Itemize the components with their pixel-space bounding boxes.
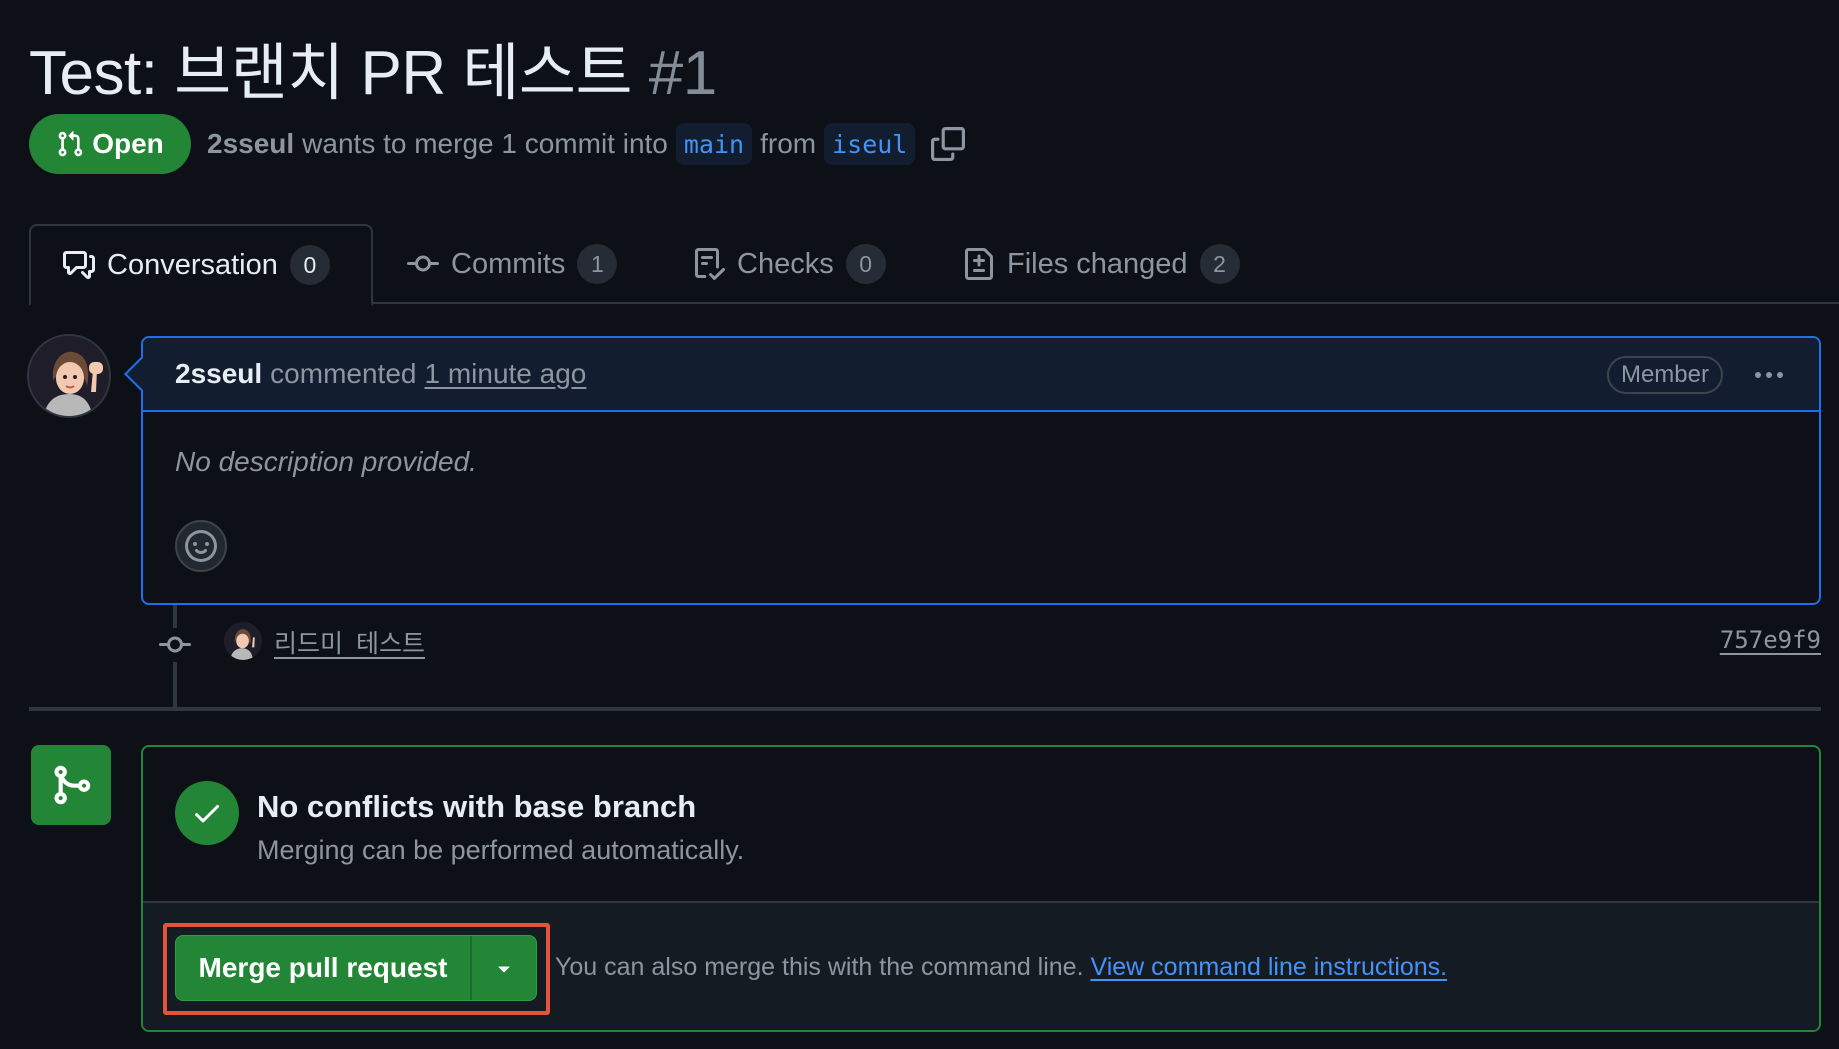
status-label: Open xyxy=(92,128,164,159)
comment-header: 2sseul commented 1 minute ago Member xyxy=(143,338,1819,412)
from-text: from xyxy=(760,128,817,159)
comment-discussion-icon xyxy=(63,251,95,279)
pr-author-link[interactable]: 2sseul xyxy=(207,128,294,160)
tab-commits[interactable]: Commits 1 xyxy=(375,224,649,304)
pr-description-comment: 2sseul commented 1 minute ago Member No … xyxy=(124,336,1821,605)
comment-timestamp[interactable]: 1 minute ago xyxy=(424,358,586,390)
tab-checks[interactable]: Checks 0 xyxy=(661,224,918,304)
commit-author-avatar[interactable] xyxy=(224,622,262,660)
commit-node xyxy=(158,628,192,662)
tab-label: Conversation xyxy=(107,248,278,281)
role-badge: Member xyxy=(1606,356,1723,394)
tab-label: Checks xyxy=(737,247,834,280)
tab-label: Files changed xyxy=(1007,247,1188,280)
pr-number: #1 xyxy=(648,39,717,108)
tab-counter: 2 xyxy=(1199,244,1240,284)
git-commit-icon xyxy=(407,255,439,272)
merge-hint-text: You can also merge this with the command… xyxy=(555,953,1084,981)
git-commit-icon xyxy=(159,636,191,653)
commit-sha-link[interactable]: 757e9f9 xyxy=(1720,626,1821,654)
avatar-image xyxy=(224,622,262,660)
merge-options-dropdown[interactable] xyxy=(472,936,536,1000)
tab-counter: 0 xyxy=(289,245,330,285)
checklist-icon xyxy=(695,248,725,280)
comment-action: commented xyxy=(270,358,417,389)
base-branch[interactable]: main xyxy=(675,123,753,165)
file-diff-icon xyxy=(965,248,993,280)
tab-label: Commits xyxy=(451,247,566,280)
command-line-instructions-link[interactable]: View command line instructions. xyxy=(1090,953,1447,981)
merge-pull-request-button[interactable]: Merge pull request xyxy=(176,936,472,1000)
merge-status-icon xyxy=(31,745,111,825)
head-branch[interactable]: iseul xyxy=(824,123,916,165)
git-merge-icon xyxy=(54,765,91,805)
page-title: Test: 브랜치 PR 테스트 #1 xyxy=(29,22,717,112)
add-reaction-button[interactable] xyxy=(175,520,227,572)
merge-status-title: No conflicts with base branch xyxy=(257,789,697,824)
avatar[interactable] xyxy=(27,334,111,418)
tab-counter: 0 xyxy=(845,244,886,284)
tab-counter: 1 xyxy=(577,244,618,284)
smiley-icon xyxy=(185,530,217,562)
pr-title-text: Test: 브랜치 PR 테스트 xyxy=(29,39,632,108)
tab-conversation[interactable]: Conversation 0 xyxy=(29,224,373,306)
pr-meta: 2sseul wants to merge 1 commit into main… xyxy=(207,122,966,166)
merge-status: No conflicts with base branch Merging ca… xyxy=(143,747,1819,903)
git-pull-request-icon xyxy=(58,131,83,157)
merge-button-group: Merge pull request xyxy=(175,935,537,1001)
tab-files-changed[interactable]: Files changed 2 xyxy=(931,224,1272,304)
comment-body: No description provided. xyxy=(175,446,477,477)
status-badge: Open xyxy=(29,114,191,174)
timeline-divider xyxy=(29,707,1821,711)
check-circle-icon xyxy=(175,781,239,845)
merge-status-subtitle: Merging can be performed automatically. xyxy=(257,835,745,865)
merge-actions: Merge pull request You can also merge th… xyxy=(143,903,1819,1030)
kebab-menu-icon[interactable] xyxy=(1749,358,1789,392)
avatar-image xyxy=(29,336,109,416)
merge-hint: You can also merge this with the command… xyxy=(555,953,1447,982)
comment-author[interactable]: 2sseul xyxy=(175,358,262,390)
triangle-down-icon xyxy=(498,966,510,973)
merge-description: wants to merge 1 commit into xyxy=(302,128,668,159)
pr-tabs: Conversation 0 Commits 1 Checks 0 Files … xyxy=(29,224,1839,306)
commit-message-link[interactable]: 리드미 테스트 xyxy=(274,624,425,660)
copy-icon[interactable] xyxy=(931,127,966,161)
merge-box: No conflicts with base branch Merging ca… xyxy=(141,745,1821,1032)
check-icon xyxy=(195,805,219,823)
